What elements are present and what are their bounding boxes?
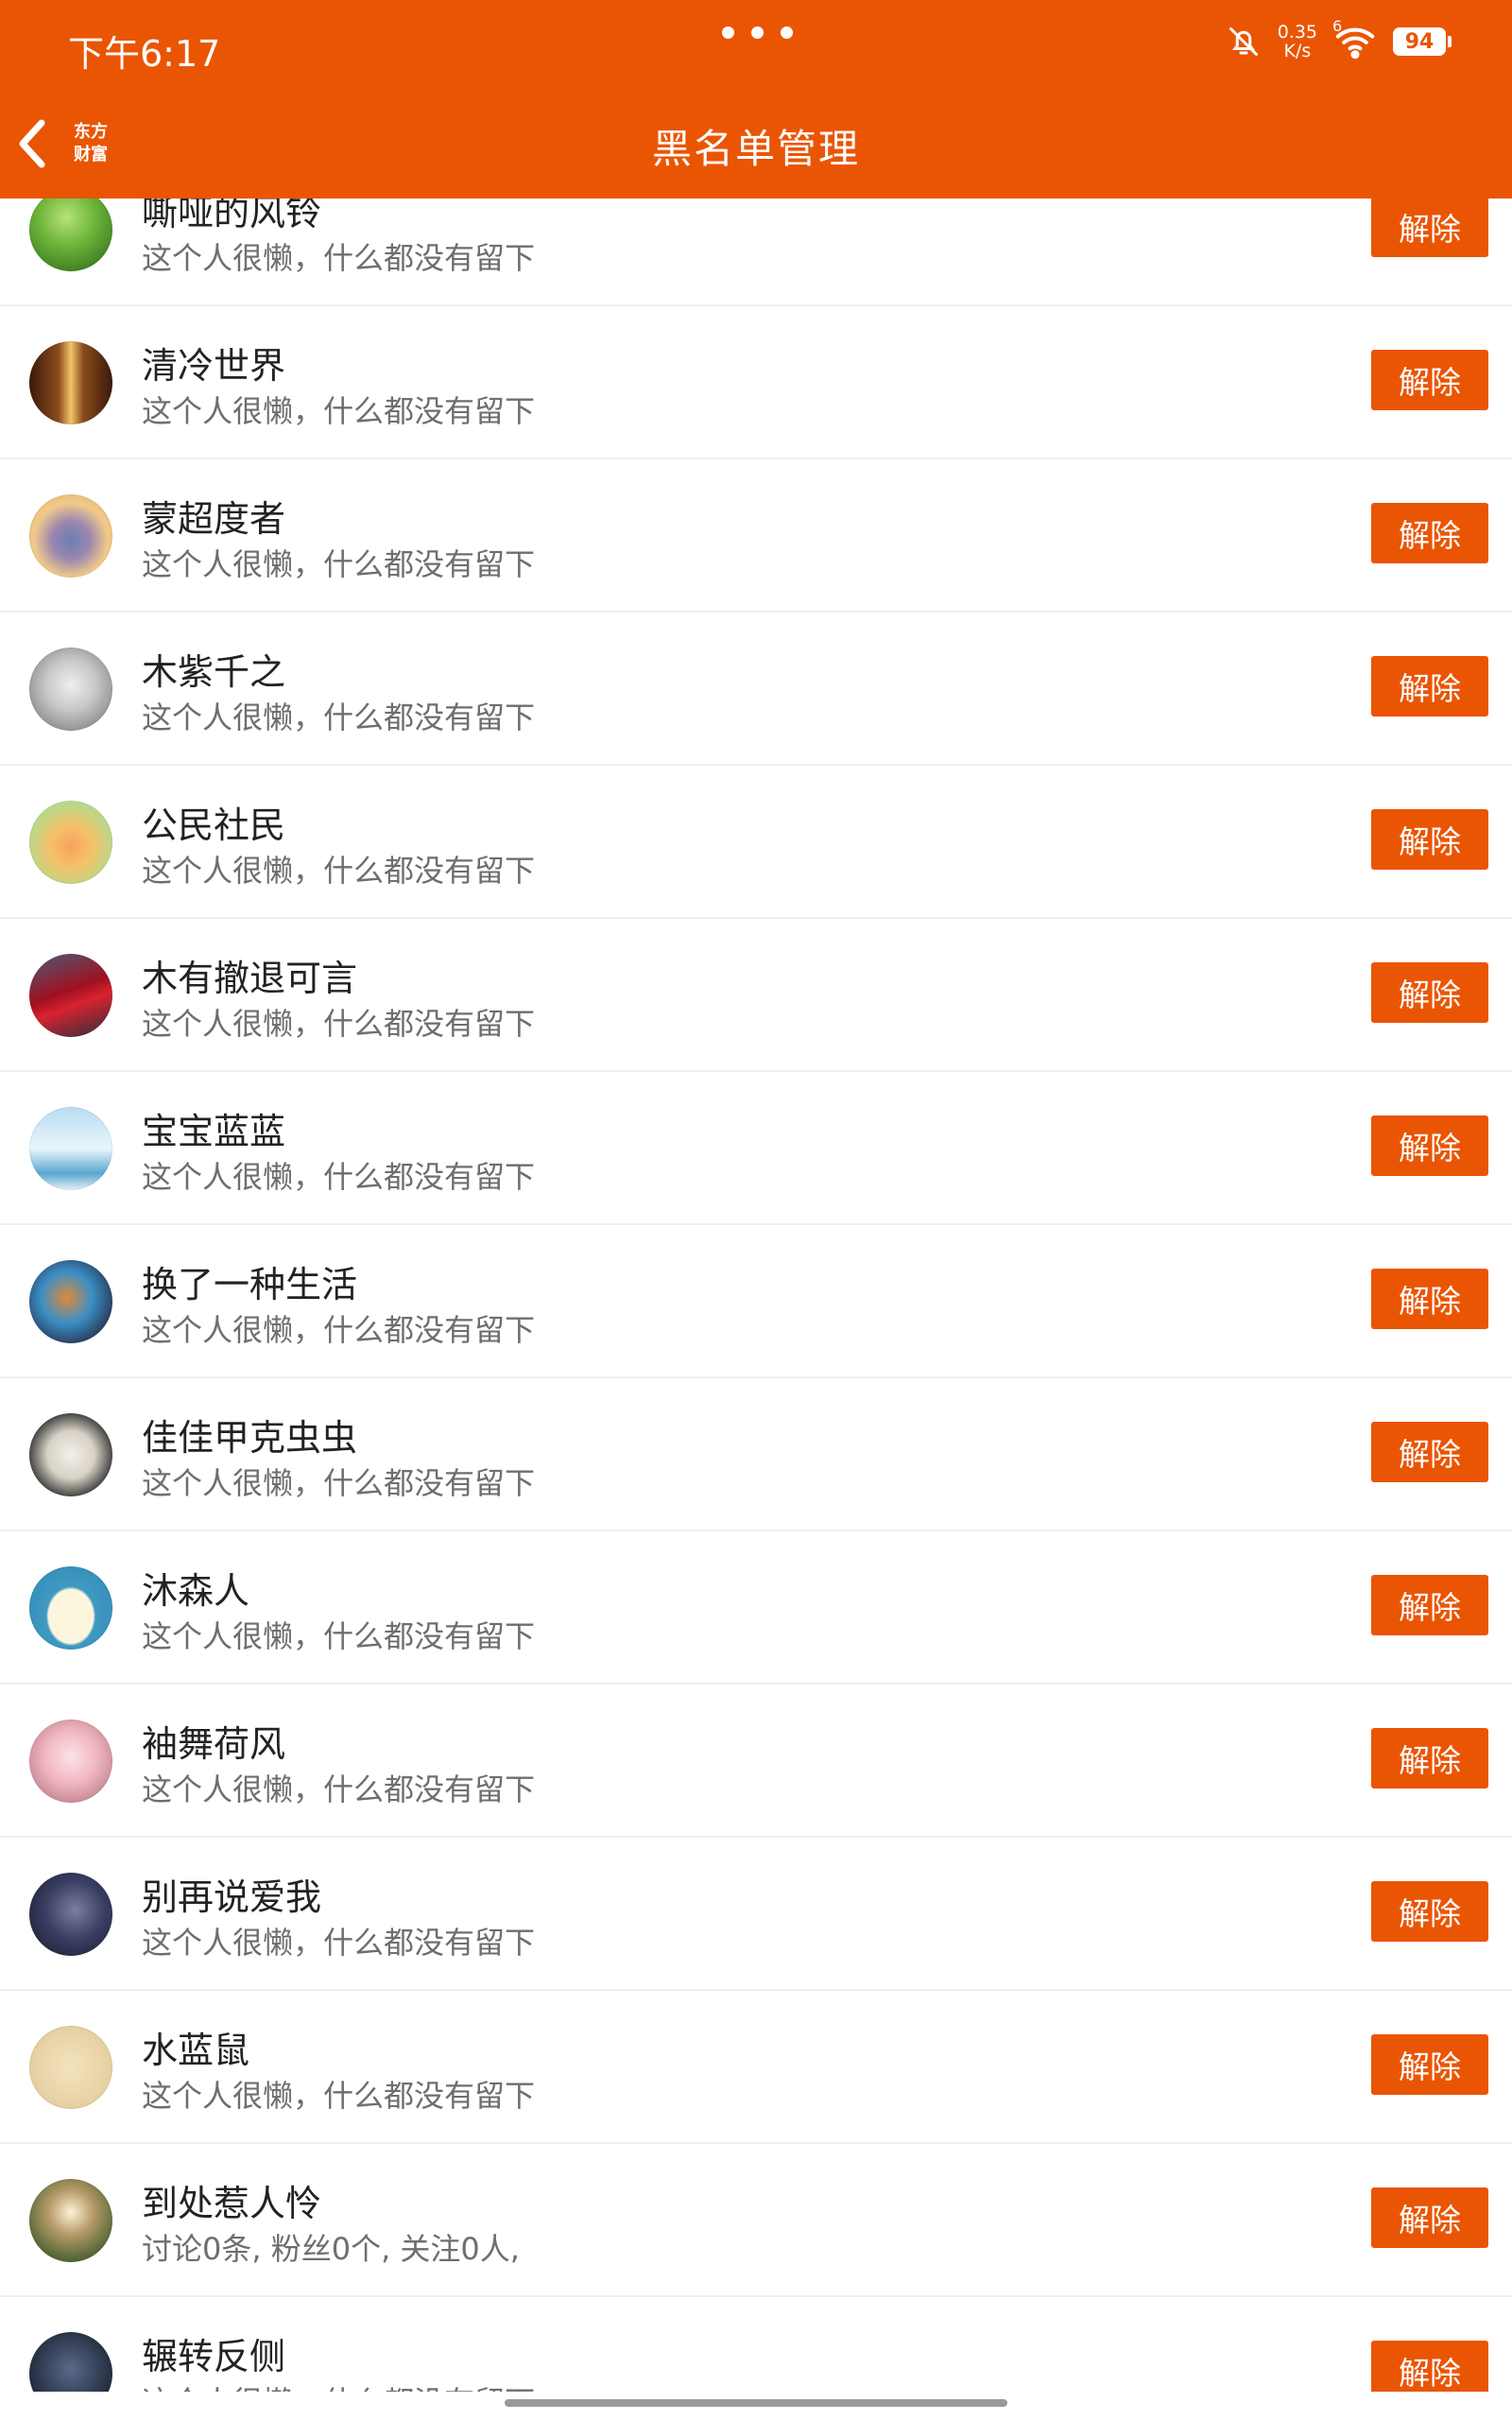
list-item[interactable]: 蒙超度者这个人很懒，什么都没有留下 解除 bbox=[0, 459, 1512, 613]
unblock-button[interactable]: 解除 bbox=[1371, 1575, 1488, 1635]
user-description: 这个人很懒，什么都没有留下 bbox=[142, 1618, 536, 1654]
more-dots-indicator bbox=[722, 26, 793, 39]
page-title: 黑名单管理 bbox=[651, 126, 860, 172]
user-name[interactable]: 宝宝蓝蓝 bbox=[142, 1102, 285, 1154]
unblock-button[interactable]: 解除 bbox=[1371, 656, 1488, 717]
list-item[interactable]: 嘶哑的风铃这个人很懒，什么都没有留下 解除 bbox=[0, 199, 1512, 306]
user-name[interactable]: 清冷世界 bbox=[142, 337, 285, 389]
avatar[interactable] bbox=[29, 2332, 112, 2392]
list-item[interactable]: 宝宝蓝蓝这个人很懒，什么都没有留下 解除 bbox=[0, 1072, 1512, 1225]
battery-icon: 94 bbox=[1393, 27, 1452, 56]
user-description: 这个人很懒，什么都没有留下 bbox=[142, 853, 536, 889]
unblock-button[interactable]: 解除 bbox=[1371, 809, 1488, 870]
user-name[interactable]: 公民社民 bbox=[142, 796, 285, 848]
unblock-button[interactable]: 解除 bbox=[1371, 1115, 1488, 1176]
user-description: 这个人很懒，什么都没有留下 bbox=[142, 1159, 536, 1195]
unblock-button[interactable]: 解除 bbox=[1371, 1269, 1488, 1329]
list-item[interactable]: 木有撤退可言这个人很懒，什么都没有留下 解除 bbox=[0, 919, 1512, 1072]
user-name[interactable]: 到处惹人怜 bbox=[142, 2174, 321, 2226]
user-description: 这个人很懒，什么都没有留下 bbox=[142, 1925, 536, 1961]
list-item[interactable]: 公民社民这个人很懒，什么都没有留下 解除 bbox=[0, 766, 1512, 919]
unblock-button[interactable]: 解除 bbox=[1371, 2341, 1488, 2392]
user-name[interactable]: 嘶哑的风铃 bbox=[142, 199, 321, 235]
avatar[interactable] bbox=[29, 648, 112, 731]
user-name[interactable]: 木紫千之 bbox=[142, 643, 285, 695]
user-name[interactable]: 沐森人 bbox=[142, 1562, 249, 1614]
user-name[interactable]: 水蓝鼠 bbox=[142, 2021, 249, 2073]
battery-level: 94 bbox=[1393, 27, 1446, 56]
unblock-button[interactable]: 解除 bbox=[1371, 962, 1488, 1023]
list-item[interactable]: 佳佳甲克虫虫这个人很懒，什么都没有留下 解除 bbox=[0, 1378, 1512, 1531]
list-item[interactable]: 沐森人这个人很懒，什么都没有留下 解除 bbox=[0, 1531, 1512, 1685]
avatar[interactable] bbox=[29, 2026, 112, 2109]
user-description: 这个人很懒，什么都没有留下 bbox=[142, 1465, 536, 1501]
unblock-button[interactable]: 解除 bbox=[1371, 1728, 1488, 1789]
user-name[interactable]: 辗转反侧 bbox=[142, 2327, 285, 2379]
network-speed-unit: K/s bbox=[1283, 41, 1312, 61]
home-indicator[interactable] bbox=[505, 2399, 1007, 2407]
unblock-button[interactable]: 解除 bbox=[1371, 2187, 1488, 2248]
user-description: 这个人很懒，什么都没有留下 bbox=[142, 393, 536, 429]
status-icons: 0.35 K/s 6 94 bbox=[1227, 17, 1452, 60]
user-description: 这个人很懒，什么都没有留下 bbox=[142, 546, 536, 582]
avatar[interactable] bbox=[29, 341, 112, 424]
unblock-button[interactable]: 解除 bbox=[1371, 1422, 1488, 1482]
avatar[interactable] bbox=[29, 1260, 112, 1343]
list-item[interactable]: 别再说爱我这个人很懒，什么都没有留下 解除 bbox=[0, 1838, 1512, 1991]
list-item[interactable]: 到处惹人怜讨论0条, 粉丝0个, 关注0人, 解除 bbox=[0, 2144, 1512, 2297]
list-item[interactable]: 换了一种生活这个人很懒，什么都没有留下 解除 bbox=[0, 1225, 1512, 1378]
unblock-button[interactable]: 解除 bbox=[1371, 350, 1488, 410]
network-speed-value: 0.35 bbox=[1277, 22, 1317, 43]
user-description: 这个人很懒，什么都没有留下 bbox=[142, 700, 536, 735]
unblock-button[interactable]: 解除 bbox=[1371, 199, 1488, 257]
list-item[interactable]: 清冷世界这个人很懒，什么都没有留下 解除 bbox=[0, 306, 1512, 459]
list-item[interactable]: 水蓝鼠这个人很懒，什么都没有留下 解除 bbox=[0, 1991, 1512, 2144]
unblock-button[interactable]: 解除 bbox=[1371, 1881, 1488, 1942]
user-description: 这个人很懒，什么都没有留下 bbox=[142, 1006, 536, 1042]
avatar[interactable] bbox=[29, 1107, 112, 1190]
list-item[interactable]: 袖舞荷风这个人很懒，什么都没有留下 解除 bbox=[0, 1685, 1512, 1838]
user-description: 这个人很懒，什么都没有留下 bbox=[142, 1312, 536, 1348]
avatar[interactable] bbox=[29, 494, 112, 578]
avatar[interactable] bbox=[29, 801, 112, 884]
blacklist-list[interactable]: 嘶哑的风铃 这个人很懒，什么都没有留下 解除 清冷世界 这个人很懒，什么都没有留下 解除蒙… bbox=[0, 199, 1512, 2392]
user-description: 这个人很懒，什么都没有留下 bbox=[142, 2378, 535, 2392]
network-speed: 0.35 K/s bbox=[1278, 23, 1317, 60]
avatar[interactable] bbox=[29, 1873, 112, 1956]
bell-off-icon bbox=[1228, 27, 1258, 56]
avatar[interactable] bbox=[29, 1720, 112, 1803]
list-item[interactable]: 木紫千之这个人很懒，什么都没有留下 解除 bbox=[0, 613, 1512, 766]
user-name[interactable]: 蒙超度者 bbox=[142, 490, 285, 542]
avatar[interactable] bbox=[29, 954, 112, 1037]
user-name[interactable]: 佳佳甲克虫虫 bbox=[142, 1409, 357, 1461]
list-item[interactable]: 辗转反侧这个人很懒，什么都没有留下 解除 bbox=[0, 2297, 1512, 2392]
status-time: 下午6:17 bbox=[68, 33, 221, 75]
user-name[interactable]: 换了一种生活 bbox=[142, 1255, 357, 1307]
unblock-button[interactable]: 解除 bbox=[1371, 2034, 1488, 2095]
avatar[interactable] bbox=[29, 199, 112, 271]
user-description: 这个人很懒，什么都没有留下 bbox=[142, 240, 536, 276]
avatar[interactable] bbox=[29, 2179, 112, 2262]
unblock-button[interactable]: 解除 bbox=[1371, 503, 1488, 563]
user-description: 讨论0条, 粉丝0个, 关注0人, bbox=[142, 2231, 520, 2267]
wifi-icon: 6 bbox=[1332, 17, 1376, 60]
user-name[interactable]: 袖舞荷风 bbox=[142, 1715, 285, 1767]
user-name[interactable]: 木有撤退可言 bbox=[142, 949, 357, 1001]
list-content: 嘶哑的风铃 这个人很懒，什么都没有留下 解除 清冷世界 这个人很懒，什么都没有留下 解除蒙… bbox=[0, 199, 1512, 2392]
avatar[interactable] bbox=[29, 1413, 112, 1496]
user-name[interactable]: 别再说爱我 bbox=[142, 1868, 321, 1920]
user-description: 这个人很懒，什么都没有留下 bbox=[142, 2078, 536, 2114]
top-app-bar: 下午6:17 0.35 K/s 6 94 东方 财富 黑名单管理 bbox=[0, 0, 1512, 199]
signal-label: 6 bbox=[1332, 17, 1343, 35]
user-description: 这个人很懒，什么都没有留下 bbox=[142, 1772, 536, 1807]
avatar[interactable] bbox=[29, 1566, 112, 1650]
